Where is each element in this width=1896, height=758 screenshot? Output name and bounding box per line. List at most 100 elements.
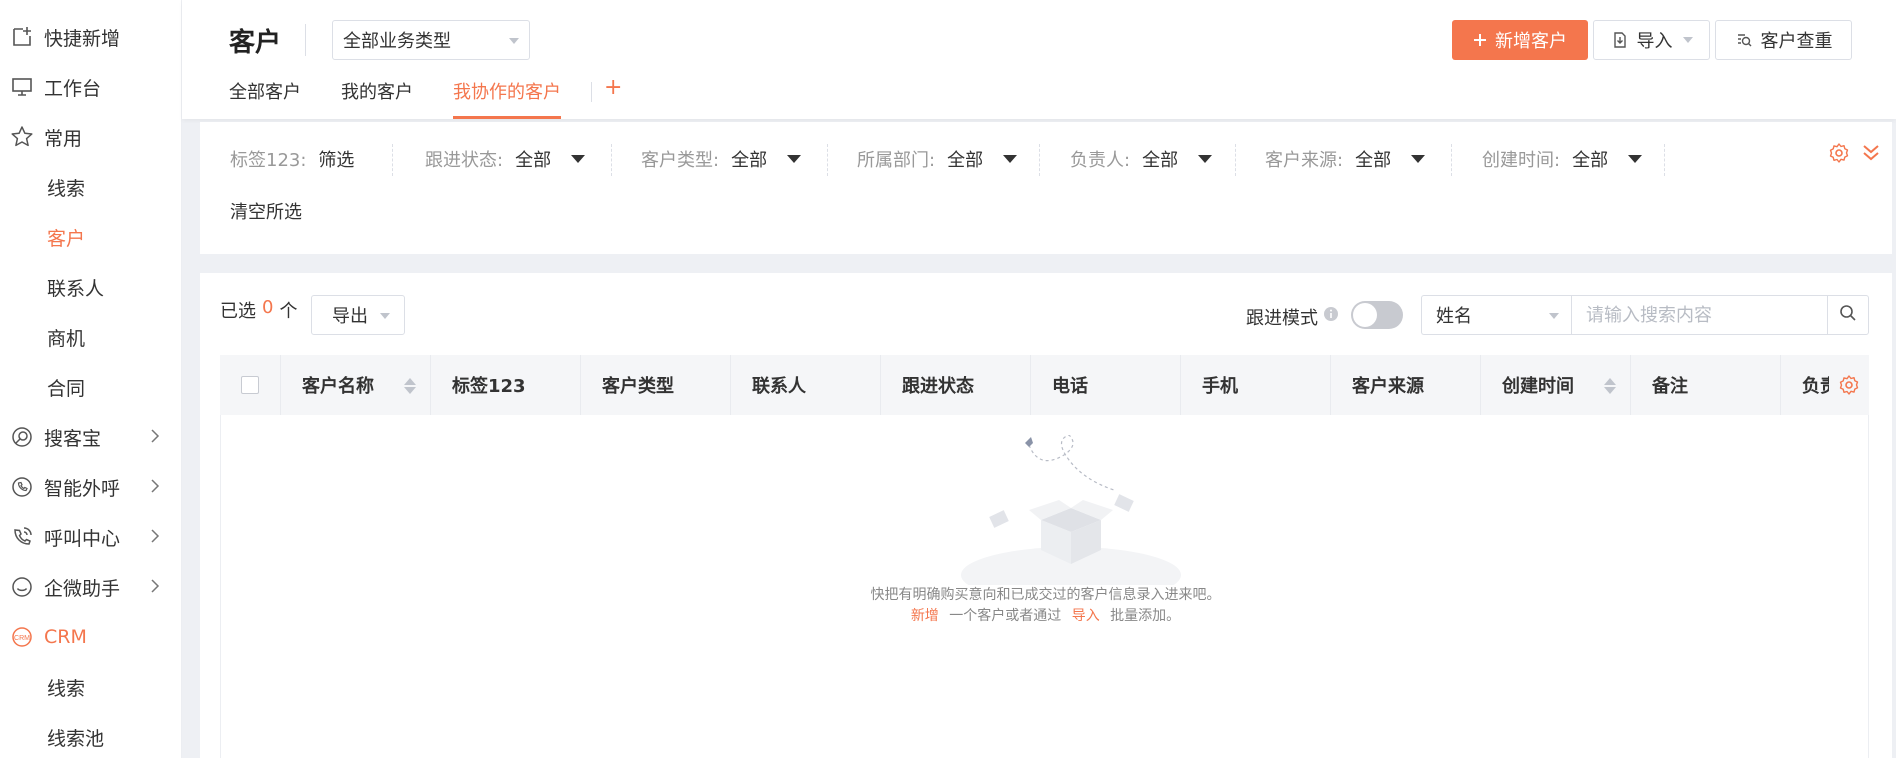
column-divider [1030,355,1031,415]
sidebar-item-contracts[interactable]: 合同 [0,362,182,412]
sidebar-item-quick-add[interactable]: 快捷新增 [0,12,182,62]
search-button[interactable] [1827,295,1869,335]
filter-customer-type[interactable]: 客户类型: 全部 [641,144,802,174]
add-tab-button[interactable]: + [604,75,622,119]
chevron-right-icon [150,477,160,499]
wecom-icon [10,575,34,599]
table-body: 快把有明确购买意向和已成交过的客户信息录入进来吧。 新增 一个客户或者通过 导入… [220,415,1869,758]
sort-icon[interactable] [403,377,417,400]
sidebar-item-crm[interactable]: CRM CRM [0,612,182,662]
tab-divider [591,82,592,102]
sidebar-item-common[interactable]: 常用 [0,112,182,162]
search-field-select[interactable]: 姓名 [1421,295,1571,335]
phone-icon [10,475,34,499]
follow-mode-toggle[interactable] [1351,301,1403,329]
filter-divider [611,144,612,176]
column-remark: 备注 [1652,376,1688,397]
column-divider [1480,355,1481,415]
tab-my-customers[interactable]: 我的客户 [341,78,413,119]
sidebar-item-lead-pool[interactable]: 线索池 [0,712,182,758]
customer-list-panel: 已选 0 个 导出 跟进模式 姓名 客户名称 标签123 客户类型 联系人 跟进… [200,273,1892,758]
column-customer-name[interactable]: 客户名称 [302,355,402,415]
caret-down-icon [509,38,519,44]
empty-import-link[interactable]: 导入 [1072,608,1100,624]
caret-down-icon [1682,37,1693,43]
filter-settings-gear-icon[interactable] [1828,142,1850,169]
sidebar-item-wecom-assistant[interactable]: 企微助手 [0,562,182,612]
sort-icon[interactable] [1603,377,1617,400]
import-button[interactable]: 导入 [1593,20,1710,60]
sidebar-item-call-center[interactable]: 呼叫中心 [0,512,182,562]
sidebar-item-customers[interactable]: 客户 [0,212,182,262]
svg-text:CRM: CRM [14,635,30,642]
filter-department[interactable]: 所属部门: 全部 [857,144,1018,174]
column-settings-gear-icon[interactable] [1829,355,1869,415]
filter-divider [1664,144,1665,176]
chevron-right-icon [150,577,160,599]
column-follow-status: 跟进状态 [902,376,974,397]
page-title: 客户 [229,28,282,58]
sidebar-item-crm-leads[interactable]: 线索 [0,662,182,712]
business-type-select[interactable]: 全部业务类型 [332,20,530,60]
empty-box-illustration [951,434,1191,603]
column-owner: 负责 [1802,376,1830,397]
column-phone: 电话 [1052,376,1088,397]
chevron-right-icon [150,427,160,449]
filter-panel: 标签123: 筛选 跟进状态: 全部 客户类型: 全部 所属部门: 全部 负责人… [200,122,1892,254]
duplicate-check-button[interactable]: 客户查重 [1715,20,1852,60]
column-divider [880,355,881,415]
search-treasure-icon [10,425,34,449]
filter-divider [1039,144,1040,176]
filter-follow-status[interactable]: 跟进状态: 全部 [425,144,586,174]
follow-mode-label: 跟进模式 [1246,308,1318,329]
search-icon [1839,304,1857,327]
call-center-icon [10,525,34,549]
sidebar-item-workbench[interactable]: 工作台 [0,62,182,112]
caret-down-icon [380,313,390,319]
column-divider [1630,355,1631,415]
sidebar-item-leads[interactable]: 线索 [0,162,182,212]
crm-icon: CRM [10,625,34,649]
filter-divider [1235,144,1236,176]
info-icon[interactable] [1323,305,1339,327]
duplicate-search-icon [1735,31,1753,49]
column-divider [430,355,431,415]
clear-filters-button[interactable]: 清空所选 [230,198,302,224]
filter-divider [827,144,828,176]
sidebar-item-smart-call[interactable]: 智能外呼 [0,462,182,512]
filter-customer-source[interactable]: 客户来源: 全部 [1265,144,1426,174]
triangle-down-icon [1411,155,1426,163]
double-chevron-down-icon[interactable] [1860,142,1882,169]
empty-message: 快把有明确购买意向和已成交过的客户信息录入进来吧。 新增 一个客户或者通过 导入… [221,585,1870,627]
triangle-down-icon [1198,155,1213,163]
table-header: 客户名称 标签123 客户类型 联系人 跟进状态 电话 手机 客户来源 创建时间… [220,355,1869,415]
sidebar-item-contacts[interactable]: 联系人 [0,262,182,312]
tab-collaborated-customers[interactable]: 我协作的客户 [453,78,561,119]
filter-owner[interactable]: 负责人: 全部 [1070,144,1213,174]
tab-all-customers[interactable]: 全部客户 [229,78,301,119]
export-button[interactable]: 导出 [311,295,405,335]
caret-down-icon [1549,313,1559,319]
filter-divider [392,144,393,176]
column-created-time[interactable]: 创建时间 [1502,355,1602,415]
filter-divider [1451,144,1452,176]
new-customer-button[interactable]: 新增客户 [1452,20,1588,60]
selected-count: 已选 0 个 [220,297,298,322]
page-header: 客户 全部业务类型 全部客户 我的客户 我协作的客户 + 新增客户 导入 客户查… [182,0,1896,119]
select-all-checkbox[interactable] [241,376,259,394]
filter-tag[interactable]: 标签123: 筛选 [230,144,354,174]
import-icon [1611,31,1629,49]
column-divider [1330,355,1331,415]
sidebar-item-opportunities[interactable]: 商机 [0,312,182,362]
column-mobile: 手机 [1202,376,1238,397]
filter-created-time[interactable]: 创建时间: 全部 [1482,144,1643,174]
title-divider [305,24,306,56]
column-divider [280,355,281,415]
chevron-right-icon [150,527,160,549]
empty-new-link[interactable]: 新增 [911,608,939,624]
sidebar-item-soukebao[interactable]: 搜客宝 [0,412,182,462]
triangle-down-icon [787,155,802,163]
search-input[interactable] [1571,295,1828,335]
triangle-down-icon [1628,155,1643,163]
column-divider [730,355,731,415]
